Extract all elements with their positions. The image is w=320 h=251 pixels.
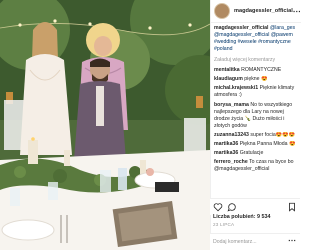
wedding-photo-image <box>0 0 210 250</box>
comment-username[interactable]: klaudiagum <box>214 76 243 82</box>
comment-username[interactable]: martika36 <box>214 150 238 156</box>
add-comment-input[interactable]: Dodaj komentarz... <box>213 239 257 245</box>
heart-icon[interactable] <box>213 202 223 212</box>
comment-text: Piękna Panna Młoda 😍 <box>239 140 296 147</box>
action-bar <box>210 198 300 215</box>
post-date: 23 LIPCA <box>213 222 235 227</box>
comment-row: klaudiagum piękne 😍 <box>214 76 298 83</box>
load-more-comments-link[interactable]: Załaduj więcej komentarzy <box>214 57 298 64</box>
comment-text: ROMANTYCZNE <box>241 67 282 73</box>
comment-username[interactable]: martika36 <box>214 141 238 147</box>
comment-row: zuzanna13243 super focia😍😍😍 <box>214 132 298 139</box>
comment-icon[interactable] <box>227 202 237 212</box>
comment-row: martika36 Piękna Panna Młoda 😍 <box>214 141 298 148</box>
post-header: magdagessler_official ⋯ <box>211 0 301 23</box>
caption-mention-2[interactable]: @magdagessler_official <box>214 32 269 38</box>
comment-username[interactable]: mentalitka <box>214 67 240 73</box>
instagram-post-view: magdagessler_official ⋯ magdagessler_off… <box>0 0 301 251</box>
comments-list: magdagessler_official @lara_ges @magdage… <box>211 23 301 173</box>
caption: magdagessler_official @lara_ges @magdage… <box>214 25 298 53</box>
more-options-icon[interactable]: ⋯ <box>293 7 301 16</box>
bookmark-icon[interactable] <box>287 202 297 212</box>
comment-username[interactable]: zuzanna13243 <box>214 132 249 138</box>
comment-row: martika36 Gratulacje <box>214 150 298 157</box>
comment-username[interactable]: ferrero_roche <box>214 159 248 165</box>
caption-username[interactable]: magdagessler_official <box>214 25 269 31</box>
comment-text: Gratulacje <box>239 150 264 157</box>
comment-username[interactable]: michal.krajewski1 <box>214 85 258 91</box>
comment-text: super focia😍😍😍 <box>250 131 296 138</box>
comment-row: borysa_mama No to wszystkiego najlepszeg… <box>214 102 298 130</box>
comment-row: ferrero_roche To czas na byce bo @magdag… <box>214 159 298 173</box>
caption-hashtags[interactable]: #wedding #wesele #romantyczne #poland <box>214 39 291 52</box>
comment-row: mentalitka ROMANTYCZNE <box>214 67 298 74</box>
likes-count[interactable]: Liczba polubień: 9 534 <box>213 214 271 220</box>
post-photo[interactable] <box>0 0 210 250</box>
header-username[interactable]: magdagessler_official <box>234 8 293 14</box>
comment-text: piękne 😍 <box>244 76 268 83</box>
avatar[interactable] <box>214 3 230 19</box>
more-options-icon[interactable]: ⋯ <box>288 236 296 245</box>
add-comment-bar: Dodaj komentarz... ⋯ <box>210 233 300 251</box>
comment-row: michal.krajewski1 Pięknie klimaty atmosf… <box>214 85 298 99</box>
caption-mention-1[interactable]: @lara_ges <box>270 25 295 31</box>
caption-mention-3[interactable]: @pawem <box>271 32 293 38</box>
comment-username[interactable]: borysa_mama <box>214 102 249 108</box>
